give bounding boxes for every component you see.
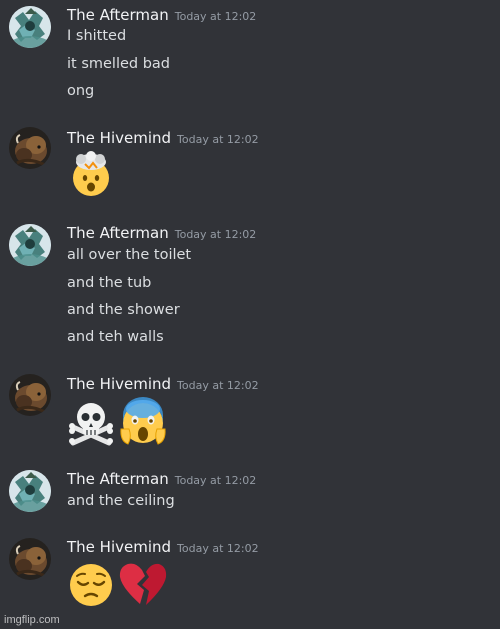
hivemind-avatar-icon[interactable] (9, 127, 51, 169)
timestamp[interactable]: Today at 12:02 (175, 474, 257, 487)
username[interactable]: The Hivemind (67, 129, 171, 147)
username[interactable]: The Hivemind (67, 375, 171, 393)
broken-heart-emoji (119, 563, 167, 605)
message-text: all over the toilet (67, 247, 192, 263)
message-text: and teh walls (67, 329, 164, 345)
timestamp[interactable]: Today at 12:02 (177, 133, 259, 146)
username[interactable]: The Afterman (67, 224, 169, 242)
message-text: and the shower (67, 302, 180, 318)
username[interactable]: The Hivemind (67, 538, 171, 556)
timestamp[interactable]: Today at 12:02 (177, 379, 259, 392)
message-text: and the ceiling (67, 493, 175, 509)
timestamp[interactable]: Today at 12:02 (175, 228, 257, 241)
message-header: The Afterman Today at 12:02 (67, 469, 256, 488)
screaming-face-emoji (120, 397, 166, 445)
message-header: The Afterman Today at 12:02 (67, 5, 256, 24)
skull-crossbones-emoji (69, 403, 113, 446)
timestamp[interactable]: Today at 12:02 (177, 542, 259, 555)
message-header: The Hivemind Today at 12:02 (67, 537, 259, 556)
message-text: it smelled bad (67, 56, 171, 72)
message-text: and the tub (67, 275, 152, 291)
username[interactable]: The Afterman (67, 6, 169, 24)
message-header: The Hivemind Today at 12:02 (67, 128, 259, 147)
message-text: I shitted (67, 28, 127, 44)
hivemind-avatar-icon[interactable] (9, 374, 51, 416)
imgflip-watermark: imgflip.com (4, 614, 60, 626)
pensive-face-emoji (70, 564, 112, 606)
exploding-head-emoji (73, 151, 109, 196)
username[interactable]: The Afterman (67, 470, 169, 488)
message-text: ong (67, 83, 95, 99)
afterman-avatar-icon[interactable] (9, 224, 51, 266)
message-header: The Hivemind Today at 12:02 (67, 374, 259, 393)
afterman-avatar-icon[interactable] (9, 470, 51, 512)
message-header: The Afterman Today at 12:02 (67, 223, 256, 242)
timestamp[interactable]: Today at 12:02 (175, 10, 257, 23)
afterman-avatar-icon[interactable] (9, 6, 51, 48)
hivemind-avatar-icon[interactable] (9, 538, 51, 580)
